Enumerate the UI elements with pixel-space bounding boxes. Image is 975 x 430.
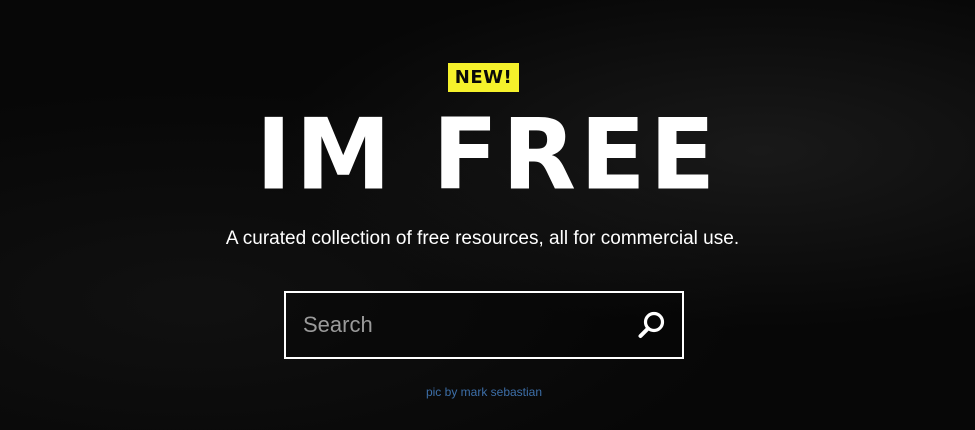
search-input[interactable] <box>286 293 616 357</box>
photo-credit-link[interactable]: pic by mark sebastian <box>0 384 968 400</box>
search-icon[interactable] <box>636 309 668 341</box>
hero-section: NEW! IM FREE A curated collection of fre… <box>0 0 975 430</box>
search-box <box>284 291 684 359</box>
site-title: IM FREE <box>255 97 720 213</box>
new-badge: NEW! <box>448 63 519 92</box>
tagline: A curated collection of free resources, … <box>225 228 740 249</box>
